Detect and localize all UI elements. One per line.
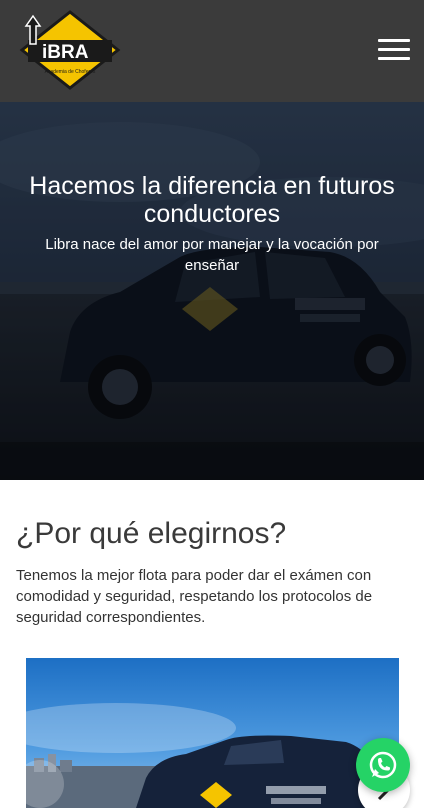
libra-logo-icon[interactable]: iBRA Academia de Choferes [18,10,122,90]
site-header: iBRA Academia de Choferes [0,0,424,102]
hero-title: Hacemos la diferencia en futuros conduct… [29,172,395,228]
logo-tagline: Academia de Choferes [45,69,96,75]
hero-banner: Hacemos la diferencia en futuros conduct… [0,102,424,480]
chevron-left-icon[interactable] [16,760,64,808]
hero-overlay [0,102,424,480]
carousel-car-image [26,658,399,808]
hamburger-menu-icon[interactable] [378,39,410,61]
whatsapp-icon[interactable] [356,738,410,792]
why-title: ¿Por qué elegirnos? [16,517,287,550]
why-description: Tenemos la mejor flota para poder dar el… [16,567,373,626]
logo-text: iBRA [42,42,89,63]
fleet-carousel [26,658,399,808]
hero-subtitle: Libra nace del amor por manejar y la voc… [45,236,379,274]
